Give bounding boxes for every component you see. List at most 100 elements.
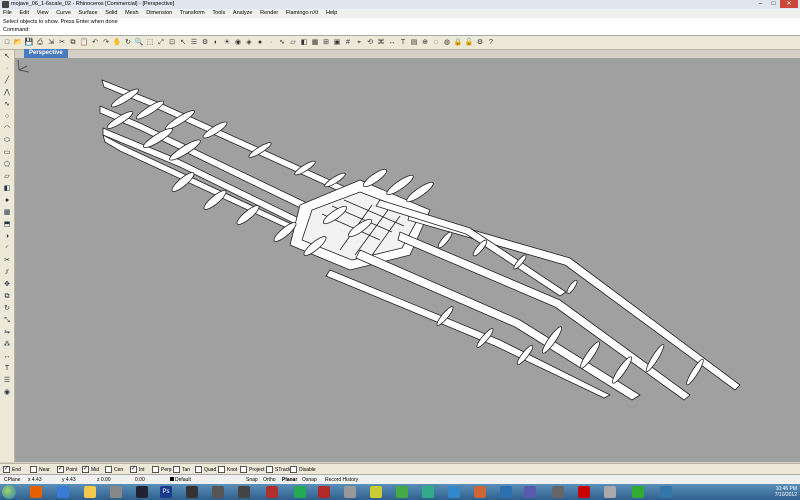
layer-indicator[interactable]: Default [170, 477, 191, 483]
arc-icon[interactable]: ◠ [1, 123, 13, 134]
app-icon-2[interactable] [186, 486, 198, 498]
pan-icon[interactable]: ✋ [112, 38, 122, 48]
viewport-icon[interactable]: ▣ [332, 38, 342, 48]
mesh-icon[interactable]: ▦ [1, 207, 13, 218]
select-points-icon[interactable]: ↖ [1, 51, 13, 62]
menu-surface[interactable]: Surface [76, 9, 101, 18]
menu-dimension[interactable]: Dimension [143, 9, 175, 18]
app-icon-14[interactable] [552, 486, 564, 498]
print-icon[interactable]: ⎙ [35, 38, 45, 48]
snap-toggle[interactable]: Snap [246, 477, 258, 483]
paste-icon[interactable]: 📋 [79, 38, 89, 48]
cplane-icon[interactable]: ⊞ [321, 38, 331, 48]
osnap-point[interactable]: Point [57, 465, 77, 473]
menu-mesh[interactable]: Mesh [122, 9, 141, 18]
sphere-icon[interactable]: ● [255, 38, 265, 48]
perspective-viewport[interactable] [15, 58, 800, 462]
app-icon-16[interactable] [604, 486, 616, 498]
app-icon-15[interactable] [578, 486, 590, 498]
close-button[interactable]: ✕ [780, 0, 798, 8]
dimension-icon[interactable]: ↔ [387, 38, 397, 48]
app-icon-6[interactable] [294, 486, 306, 498]
menu-render[interactable]: Render [257, 9, 281, 18]
zoom-window-icon[interactable]: ⬚ [145, 38, 155, 48]
ie-icon[interactable] [57, 486, 69, 498]
polyline-icon[interactable]: ⋀ [1, 87, 13, 98]
display-icon[interactable]: ◐ [211, 38, 221, 48]
system-tray-clock[interactable]: 10:46 PM 7/10/2012 [775, 486, 797, 498]
app-icon-10[interactable] [422, 486, 434, 498]
material-icon[interactable]: ◈ [244, 38, 254, 48]
render-icon[interactable]: ◉ [233, 38, 243, 48]
app-icon-1[interactable] [136, 486, 148, 498]
menu-help[interactable]: Help [323, 9, 340, 18]
menu-curve[interactable]: Curve [53, 9, 74, 18]
photoshop-icon[interactable]: Ps [160, 486, 172, 498]
menu-solid[interactable]: Solid [102, 9, 120, 18]
osnap-quad[interactable]: Quad [195, 466, 216, 473]
app-icon-3[interactable] [212, 486, 224, 498]
app-icon-13[interactable] [524, 486, 536, 498]
viewport-tab-perspective[interactable]: Perspective [24, 49, 68, 58]
minimize-button[interactable]: – [754, 0, 767, 8]
zoom-extents-icon[interactable]: ⤢ [156, 38, 166, 48]
layer-icon[interactable]: ☰ [1, 375, 13, 386]
osnap-knot[interactable]: Knot [218, 466, 237, 473]
rotate-icon[interactable]: ↻ [123, 38, 133, 48]
app-icon-18[interactable] [660, 486, 672, 498]
osnap-project[interactable]: Project [240, 466, 265, 473]
curve-icon[interactable]: ∿ [277, 38, 287, 48]
app-icon-11[interactable] [448, 486, 460, 498]
copy-icon[interactable]: ⧉ [1, 291, 13, 302]
properties-icon[interactable]: ⚙ [200, 38, 210, 48]
copy-icon[interactable]: ⧉ [68, 38, 78, 48]
rotate-icon[interactable]: ↻ [1, 303, 13, 314]
scale-icon[interactable]: ⤡ [1, 315, 13, 326]
osnap-checkbox[interactable] [240, 466, 247, 473]
group-icon[interactable]: ⊕ [420, 38, 430, 48]
osnap-perp[interactable]: Perp [152, 466, 172, 473]
show-icon[interactable]: ◍ [442, 38, 452, 48]
osnap-checkbox[interactable] [173, 466, 180, 473]
redo-icon[interactable]: ↷ [101, 38, 111, 48]
polygon-icon[interactable]: ⬠ [1, 159, 13, 170]
app-icon-12[interactable] [474, 486, 486, 498]
start-button[interactable] [2, 485, 16, 499]
text-icon[interactable]: T [1, 363, 13, 374]
open-icon[interactable]: 📂 [13, 38, 23, 48]
osnap-toggle[interactable]: Osnap [302, 477, 317, 483]
sphere-icon[interactable]: ● [1, 195, 13, 206]
fillet-icon[interactable]: ◜ [1, 243, 13, 254]
osnap-disable[interactable]: Disable [290, 466, 316, 473]
render-icon[interactable]: ◉ [1, 387, 13, 398]
app-icon-8[interactable] [370, 486, 382, 498]
save-icon[interactable]: 💾 [24, 38, 34, 48]
new-icon[interactable]: □ [2, 38, 12, 48]
move-icon[interactable]: ✥ [1, 279, 13, 290]
select-icon[interactable]: ↖ [178, 38, 188, 48]
analyze-icon[interactable]: ⌘ [376, 38, 386, 48]
osnap-checkbox[interactable] [105, 466, 112, 473]
explorer-icon[interactable] [84, 486, 96, 498]
trim-icon[interactable]: ✂ [1, 255, 13, 266]
osnap-checkbox[interactable] [82, 465, 89, 473]
app-icon-5[interactable] [266, 486, 278, 498]
text-icon[interactable]: T [398, 38, 408, 48]
menu-transform[interactable]: Transform [177, 9, 208, 18]
undo-icon[interactable]: ↶ [90, 38, 100, 48]
circle-icon[interactable]: ○ [1, 111, 13, 122]
point-icon[interactable]: · [266, 38, 276, 48]
menu-tools[interactable]: Tools [209, 9, 228, 18]
line-icon[interactable]: ╱ [1, 75, 13, 86]
menu-flamingo[interactable]: Flamingo nXt [283, 9, 321, 18]
mirror-icon[interactable]: ⇋ [1, 327, 13, 338]
history-icon[interactable]: ⟲ [365, 38, 375, 48]
app-icon-17[interactable] [632, 486, 644, 498]
acrobat-icon[interactable] [318, 486, 330, 498]
ortho-toggle[interactable]: Ortho [263, 477, 276, 483]
firefox-icon[interactable] [30, 486, 42, 498]
surface-icon[interactable]: ▱ [288, 38, 298, 48]
hide-icon[interactable]: ◌ [431, 38, 441, 48]
array-icon[interactable]: ⁂ [1, 339, 13, 350]
block-icon[interactable]: ▤ [409, 38, 419, 48]
